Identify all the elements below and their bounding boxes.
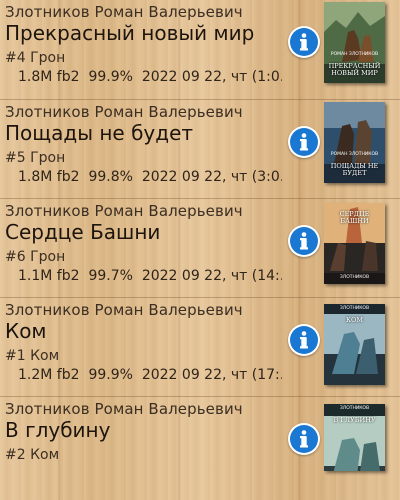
book-percent: 99.9%: [88, 367, 133, 383]
book-meta: 1.8M fb2 99.9% 2022 09 22, чт (1:0…: [18, 69, 282, 85]
info-button[interactable]: [288, 26, 320, 58]
book-list-item[interactable]: Злотников Роман Валерьевич Ком #1 Ком 1.…: [0, 297, 400, 401]
cover-title: Прекрасный новый мир: [328, 62, 381, 77]
book-title: Пощады не будет: [5, 121, 194, 145]
book-size: 1.2M: [18, 367, 53, 383]
info-button[interactable]: [288, 423, 320, 455]
info-button[interactable]: [288, 324, 320, 356]
book-series: #4 Грон: [5, 50, 66, 66]
book-percent: 99.9%: [88, 69, 133, 85]
info-button[interactable]: [288, 225, 320, 257]
info-icon: [290, 326, 318, 354]
book-title: Ком: [5, 319, 47, 343]
book-title: Прекрасный новый мир: [5, 21, 255, 45]
book-date: 2022 09 22, чт (1:0…: [141, 69, 282, 85]
book-author: Злотников Роман Валерьевич: [5, 202, 243, 220]
book-cover[interactable]: Роман Злотников Пощады не будет: [324, 102, 385, 183]
book-author: Злотников Роман Валерьевич: [5, 3, 243, 21]
book-cover[interactable]: Злотников В глубину: [324, 404, 385, 471]
book-date: 2022 09 22, чт (14:…: [141, 268, 282, 284]
cover-author: Роман Злотников: [330, 152, 379, 157]
book-date: 2022 09 22, чт (17:…: [141, 367, 282, 383]
book-meta: 1.2M fb2 99.9% 2022 09 22, чт (17:…: [18, 367, 282, 383]
info-button[interactable]: [288, 126, 320, 158]
book-series: #5 Грон: [5, 150, 66, 166]
book-series: #2 Ком: [5, 447, 60, 463]
book-size: 1.1M: [18, 268, 53, 284]
book-series: #6 Грон: [5, 249, 66, 265]
info-icon: [290, 28, 318, 56]
book-cover[interactable]: Роман Злотников Прекрасный новый мир: [324, 2, 385, 83]
book-list-item[interactable]: Злотников Роман Валерьевич Пощады не буд…: [0, 99, 400, 203]
cover-author: Роман Злотников: [330, 52, 379, 57]
book-percent: 99.8%: [88, 169, 133, 185]
book-format: fb2: [56, 268, 80, 284]
book-author: Злотников Роман Валерьевич: [5, 400, 243, 418]
book-format: fb2: [56, 367, 80, 383]
book-series: #1 Ком: [5, 348, 60, 364]
cover-author: Злотников: [339, 275, 370, 280]
book-title: В глубину: [5, 418, 111, 442]
cover-title: В глубину: [333, 416, 376, 424]
book-percent: 99.7%: [88, 268, 133, 284]
book-size: 1.8M: [18, 169, 53, 185]
book-format: fb2: [56, 169, 80, 185]
book-format: fb2: [56, 69, 80, 85]
cover-art: [324, 404, 385, 471]
cover-title: Сердце Башни: [339, 210, 370, 225]
book-list-item[interactable]: Злотников Роман Валерьевич В глубину #2 …: [0, 396, 400, 500]
cover-title: Пощады не будет: [330, 162, 379, 177]
cover-author: Злотников: [339, 406, 370, 411]
cover-title: Ком: [345, 316, 363, 324]
info-icon: [290, 425, 318, 453]
book-list: Злотников Роман Валерьевич Прекрасный но…: [0, 0, 400, 471]
book-date: 2022 09 22, чт (3:0…: [141, 169, 282, 185]
book-cover[interactable]: Злотников Ком: [324, 304, 385, 385]
info-icon: [290, 128, 318, 156]
info-icon: [290, 227, 318, 255]
book-size: 1.8M: [18, 69, 53, 85]
book-list-item[interactable]: Злотников Роман Валерьевич Прекрасный но…: [0, 0, 400, 103]
book-author: Злотников Роман Валерьевич: [5, 301, 243, 319]
book-author: Злотников Роман Валерьевич: [5, 103, 243, 121]
book-cover[interactable]: Сердце Башни Злотников: [324, 203, 385, 284]
book-meta: 1.1M fb2 99.7% 2022 09 22, чт (14:…: [18, 268, 282, 284]
book-list-item[interactable]: Злотников Роман Валерьевич Сердце Башни …: [0, 198, 400, 302]
book-title: Сердце Башни: [5, 220, 161, 244]
book-meta: 1.8M fb2 99.8% 2022 09 22, чт (3:0…: [18, 169, 282, 185]
cover-author: Злотников: [339, 306, 370, 311]
